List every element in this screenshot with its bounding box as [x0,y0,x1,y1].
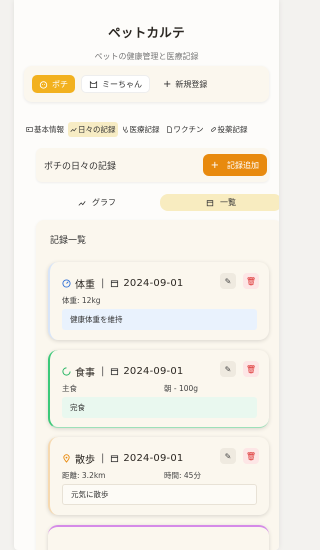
edit-button[interactable]: ✎ [220,273,236,289]
plus-icon: + [210,159,219,171]
tab-label: 基本情報 [34,124,64,134]
record-list-title: 記録一覧 [50,236,87,246]
app-subtitle: ペットの健康管理と医療記録 [94,52,199,61]
card-actions: ✎ 🗑 [220,448,259,464]
record-note: 完食 [62,397,257,418]
nav-tabs: 基本情報 日々の記録 医療記録 ワクチン 投薬記録 [24,120,279,138]
add-pet-label: 新規登録 [175,79,208,89]
card-header: 散歩 | 2024-09-01 [62,451,184,466]
trend-icon [70,127,77,132]
calendar-icon [206,199,214,206]
list-view-label: 一覧 [220,198,236,207]
card-header: 体重 | 2024-09-01 [62,276,184,291]
edit-button[interactable]: ✎ [220,361,236,377]
graph-view-label: グラフ [92,198,116,207]
location-pin-icon [63,454,70,463]
record-type: 体重 [75,280,95,291]
delete-button[interactable]: 🗑 [243,448,259,464]
record-date: 2024-09-01 [123,453,184,464]
calendar-icon [111,368,119,376]
add-record-label: 記録追加 [227,160,259,170]
record-detail: 体重: 12kg [62,296,101,305]
view-toggle: グラフ 一覧 [36,194,279,211]
document-icon [166,125,172,133]
stethoscope-icon [122,126,128,133]
plus-icon: + [163,78,172,90]
app-header: ペットカルテ ペットの健康管理と医療記録 [14,0,279,62]
record-detail: 距離: 3.2km [62,471,106,480]
dog-icon [39,80,48,89]
tab-medication[interactable]: 投薬記録 [208,122,250,137]
id-card-icon [26,126,33,132]
record-list-panel: 記録一覧 体重 | 2024-09-01 ✎ 🗑 体重: 12kg 健康体重を維… [36,220,279,550]
record-note: 元気に散歩 [62,484,257,505]
card-actions: ✎ 🗑 [220,273,259,289]
add-pet-button[interactable]: + 新規登録 [156,75,214,93]
trash-icon: 🗑 [245,451,257,461]
tab-basic-info[interactable]: 基本情報 [24,122,66,137]
scale-icon [62,279,71,288]
cat-icon [89,80,98,88]
delete-button[interactable]: 🗑 [243,273,259,289]
edit-icon: ✎ [224,451,232,461]
trash-icon: 🗑 [245,276,257,286]
add-record-button[interactable]: + 記録追加 [202,154,267,176]
calendar-icon [111,280,119,288]
pet-button-mii[interactable]: ミーちゃん [81,75,150,93]
record-detail: 主食 [62,384,77,393]
record-card-meal: 食事 | 2024-09-01 ✎ 🗑 主食 朝 - 100g 完食 [48,350,269,428]
edit-icon: ✎ [224,276,232,286]
record-note: 健康体重を維持 [62,309,257,330]
record-detail: 朝 - 100g [164,384,199,393]
calendar-icon [111,455,119,463]
tab-label: ワクチン [173,124,204,134]
card-header: 食事 | 2024-09-01 [62,364,184,379]
record-date: 2024-09-01 [123,278,184,289]
trash-icon: 🗑 [245,364,257,374]
records-header: ポチの日々の記録 + 記録追加 [36,148,269,182]
pet-button-pochi[interactable]: ポチ [32,75,75,93]
pet-label: ポチ [52,79,68,89]
pet-selector: ポチ ミーちゃん + 新規登録 [24,66,269,102]
tab-label: 日々の記録 [78,124,116,134]
trend-icon [78,200,86,206]
tab-label: 医療記録 [129,124,160,134]
tab-vaccine[interactable]: ワクチン [164,122,206,137]
tab-medical-records[interactable]: 医療記録 [120,122,162,137]
app-title: ペットカルテ [108,25,185,40]
records-title: ポチの日々の記録 [44,161,117,172]
meal-icon [62,367,71,376]
list-view-button[interactable]: 一覧 [160,194,279,211]
pill-icon [210,126,216,132]
edit-icon: ✎ [224,364,232,374]
card-actions: ✎ 🗑 [220,361,259,377]
record-type: 散歩 [75,455,95,466]
edit-button[interactable]: ✎ [220,448,236,464]
pet-label: ミーちゃん [102,79,142,89]
record-detail: 時間: 45分 [164,471,201,480]
graph-view-button[interactable]: グラフ [36,194,158,211]
record-type: 食事 [75,368,95,379]
app-frame: ペットカルテ ペットの健康管理と医療記録 ポチ ミーちゃん + 新規登録 基本情… [14,0,279,550]
tab-daily-records[interactable]: 日々の記録 [68,121,118,137]
tab-label: 投薬記録 [217,124,248,134]
record-card-partial [48,525,269,550]
delete-button[interactable]: 🗑 [243,361,259,377]
record-date: 2024-09-01 [123,366,184,377]
record-card-weight: 体重 | 2024-09-01 ✎ 🗑 体重: 12kg 健康体重を維持 [48,262,269,340]
record-card-walk: 散歩 | 2024-09-01 ✎ 🗑 距離: 3.2km 時間: 45分 元気… [48,437,269,515]
